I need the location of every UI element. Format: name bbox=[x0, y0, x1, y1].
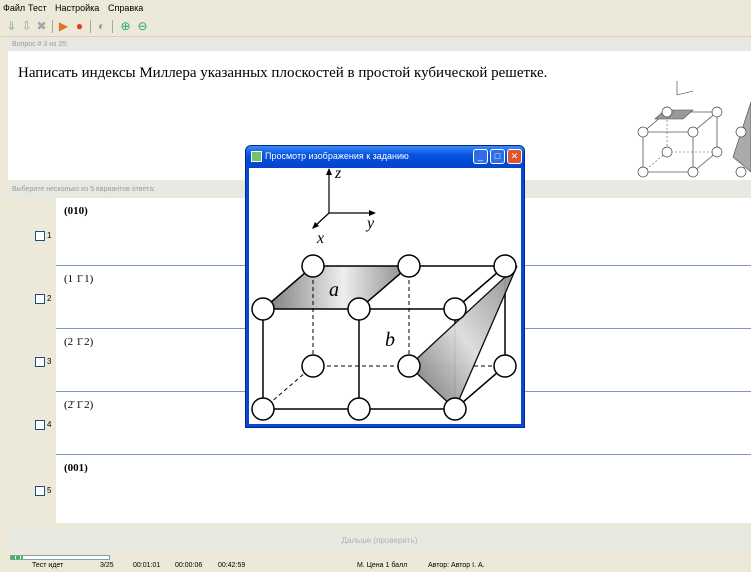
refresh-icon[interactable]: ◐ bbox=[94, 19, 109, 34]
lattice-atom bbox=[493, 254, 517, 278]
status-bar: Тест идет 3/25 00:01:01 00:00:06 00:42:5… bbox=[0, 561, 751, 572]
plane-b bbox=[408, 265, 518, 411]
axis-z-arrow bbox=[326, 168, 332, 175]
close-button[interactable]: ✕ bbox=[507, 149, 522, 164]
answer-checkbox-4[interactable] bbox=[35, 420, 45, 430]
menu-file[interactable]: Файл bbox=[3, 3, 25, 13]
progress-bar bbox=[10, 555, 110, 560]
answer-label: (2̄ 1̄ 2) bbox=[64, 399, 94, 411]
lattice-atom bbox=[251, 297, 275, 321]
answer-checkbox-5[interactable] bbox=[35, 486, 45, 496]
zoom-in-icon[interactable]: ⊕ bbox=[118, 19, 133, 34]
answer-checkbox-3[interactable] bbox=[35, 357, 45, 367]
minimize-button[interactable]: _ bbox=[473, 149, 488, 164]
answer-checkbox-1[interactable] bbox=[35, 231, 45, 241]
status-score: М. Цена 1 балл bbox=[357, 562, 408, 569]
play-icon[interactable]: ▶ bbox=[56, 19, 71, 34]
answer-label: (1 1̄ 1) bbox=[64, 273, 94, 285]
question-header: Вопрос # 3 из 25: bbox=[8, 38, 751, 51]
axis-x-line bbox=[314, 212, 330, 227]
answer-number: 2 bbox=[47, 294, 52, 303]
lattice-atom bbox=[443, 397, 467, 421]
menu-test[interactable]: Тест bbox=[28, 3, 47, 13]
axis-y-label: y bbox=[365, 215, 375, 232]
question-text: Написать индексы Миллера указанных плоск… bbox=[18, 65, 548, 81]
lattice-atom bbox=[347, 297, 371, 321]
axis-z-label: z bbox=[334, 168, 342, 182]
plane-b-label: b bbox=[385, 329, 395, 351]
lattice-atom bbox=[301, 254, 325, 278]
answer-number: 1 bbox=[47, 231, 52, 240]
answer-label: (010) bbox=[64, 205, 88, 217]
window-title: Просмотр изображения к заданию bbox=[265, 151, 409, 161]
plane-a-label: a bbox=[329, 279, 339, 301]
page-down-icon[interactable]: ⇓ bbox=[4, 19, 19, 34]
lattice-atom bbox=[493, 354, 517, 378]
lattice-atom bbox=[251, 397, 275, 421]
question-thumbnail[interactable] bbox=[633, 77, 751, 180]
lattice-atom bbox=[347, 397, 371, 421]
answer-number: 5 bbox=[47, 486, 52, 495]
status-time-question: 00:00:06 bbox=[175, 562, 203, 569]
status-time-elapsed: 00:01:01 bbox=[133, 562, 161, 569]
lattice-atom bbox=[301, 354, 325, 378]
lattice-atom bbox=[397, 254, 421, 278]
status-time-left: 00:42:59 bbox=[218, 562, 246, 569]
lattice-atom bbox=[443, 297, 467, 321]
status-question-count: 3/25 bbox=[100, 562, 114, 569]
status-author: Автор: Автор I. А. bbox=[428, 562, 485, 569]
window-app-icon bbox=[251, 151, 262, 162]
progress-fill bbox=[11, 556, 23, 559]
checkbox-column: 1 2 3 4 5 bbox=[8, 198, 56, 523]
toolbar-separator bbox=[90, 20, 91, 33]
cubic-lattice-figure: z y x a b bbox=[251, 165, 518, 421]
answer-row[interactable]: (001) bbox=[56, 455, 751, 523]
answer-label: (2 1̄ 2) bbox=[64, 336, 94, 348]
toolbar: ⇓ ⇩ ✖ ▶ ● ◐ ⊕ ⊖ bbox=[0, 17, 751, 37]
zoom-out-icon[interactable]: ⊖ bbox=[135, 19, 150, 34]
maximize-button[interactable]: □ bbox=[490, 149, 505, 164]
toolbar-separator bbox=[52, 20, 53, 33]
delete-icon[interactable]: ✖ bbox=[34, 19, 49, 34]
window-content: z y x a b bbox=[249, 165, 521, 424]
answer-number: 4 bbox=[47, 420, 52, 429]
arrow-down-icon[interactable]: ⇩ bbox=[19, 19, 34, 34]
stop-icon[interactable]: ● bbox=[72, 19, 87, 34]
menu-settings[interactable]: Настройка bbox=[55, 3, 99, 13]
image-viewer-window: Просмотр изображения к заданию _ □ ✕ z y bbox=[245, 145, 525, 428]
window-titlebar[interactable]: Просмотр изображения к заданию _ □ ✕ bbox=[246, 146, 524, 168]
status-state: Тест идет bbox=[32, 562, 64, 569]
answer-number: 3 bbox=[47, 357, 52, 366]
menu-bar: Файл Тест Настройка Справка bbox=[0, 0, 751, 16]
toolbar-separator bbox=[112, 20, 113, 33]
answer-label: (001) bbox=[64, 462, 88, 474]
menu-help[interactable]: Справка bbox=[108, 3, 143, 13]
next-button[interactable]: Дальше (проверить) bbox=[8, 530, 751, 551]
axis-x-label: x bbox=[316, 230, 324, 247]
lattice-atom bbox=[397, 354, 421, 378]
answer-checkbox-2[interactable] bbox=[35, 294, 45, 304]
